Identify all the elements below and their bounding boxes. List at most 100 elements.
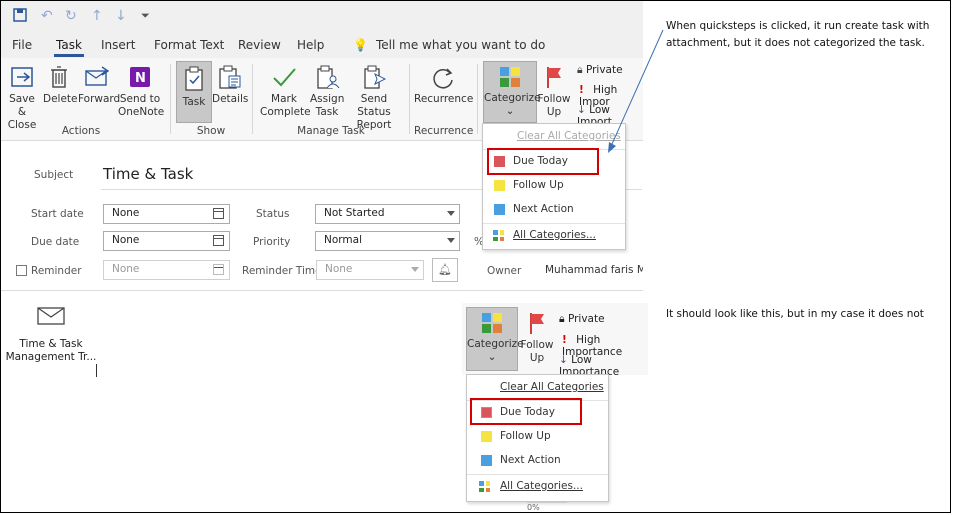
ribbon-tabs: File Task Insert Format Text Review Help… bbox=[1, 34, 643, 58]
reminder-label: Reminder bbox=[31, 265, 82, 277]
tell-me-search[interactable]: Tell me what you want to do bbox=[376, 38, 545, 52]
annotation-note-top: When quicksteps is clicked, it run creat… bbox=[666, 20, 930, 49]
save-close-button[interactable]: Save & Close bbox=[4, 64, 40, 132]
tab-help[interactable]: Help bbox=[297, 38, 324, 52]
assign-task-icon bbox=[317, 65, 340, 89]
onenote-icon: N bbox=[130, 67, 150, 87]
ribbon-separator bbox=[409, 64, 410, 134]
status-report-icon bbox=[364, 65, 387, 89]
annotation-note-bottom: It should look like this, but in my case… bbox=[666, 308, 924, 320]
reminder-time-select[interactable]: None bbox=[316, 260, 424, 280]
up-arrow-icon[interactable]: ↑ bbox=[91, 8, 103, 24]
follow-up-button[interactable]: Follow Up bbox=[537, 64, 571, 119]
start-date-field[interactable]: None bbox=[103, 204, 230, 224]
mark-complete-button[interactable]: Mark Complete bbox=[260, 64, 311, 119]
follow-up-button-expected[interactable]: Follow Up bbox=[520, 310, 554, 365]
envelope-icon bbox=[37, 307, 65, 325]
chevron-down-icon bbox=[411, 267, 419, 272]
details-icon bbox=[219, 65, 241, 89]
red-flag-icon bbox=[530, 313, 544, 334]
ribbon-separator bbox=[252, 64, 253, 134]
details-button[interactable]: Details bbox=[212, 64, 248, 106]
group-actions-label: Actions bbox=[61, 125, 101, 137]
tab-insert[interactable]: Insert bbox=[101, 38, 135, 52]
clear-all-categories-item[interactable]: Clear All Categories bbox=[467, 377, 608, 399]
attachment-name: Time & Task Management Tr... bbox=[5, 338, 97, 363]
ribbon-separator bbox=[170, 64, 171, 134]
categorize-button[interactable]: Categorize ⌄ bbox=[483, 61, 541, 123]
status-select[interactable]: Not Started bbox=[315, 204, 460, 224]
chevron-down-icon: ⌄ bbox=[487, 351, 497, 363]
due-date-label: Due date bbox=[31, 236, 80, 248]
attachment-item[interactable]: Time & Task Management Tr... bbox=[5, 306, 97, 364]
calendar-icon[interactable] bbox=[213, 235, 224, 246]
calendar-icon[interactable] bbox=[213, 264, 224, 275]
trash-icon bbox=[51, 66, 67, 88]
categories-grid-icon bbox=[479, 481, 490, 492]
forward-mail-icon bbox=[85, 66, 110, 86]
subject-input[interactable]: Time & Task bbox=[103, 165, 193, 183]
send-to-onenote-button[interactable]: N Send to OneNote bbox=[118, 64, 164, 119]
menu-divider bbox=[467, 474, 608, 475]
save-close-icon bbox=[11, 67, 33, 87]
task-clipboard-icon bbox=[185, 66, 203, 91]
reminder-sound-button[interactable]: 🔔︎ bbox=[432, 258, 458, 282]
text-cursor bbox=[96, 364, 97, 377]
tab-review[interactable]: Review bbox=[238, 38, 281, 52]
svg-text:N: N bbox=[135, 71, 146, 86]
task-view-button[interactable]: Task bbox=[176, 61, 212, 123]
percent-field-partial: 0% bbox=[527, 502, 567, 513]
assign-task-button[interactable]: Assign Task bbox=[310, 64, 344, 119]
tab-format-text[interactable]: Format Text bbox=[154, 38, 224, 52]
group-manage-task-label: Manage Task bbox=[297, 125, 365, 137]
forward-button[interactable]: Forward bbox=[78, 64, 120, 106]
red-flag-icon bbox=[547, 67, 561, 88]
save-icon[interactable] bbox=[13, 8, 27, 26]
exclamation-icon: ! bbox=[579, 84, 584, 96]
all-categories-item[interactable]: All Categories... bbox=[483, 225, 625, 247]
down-arrow-icon[interactable]: ↓ bbox=[115, 8, 127, 24]
category-follow-up[interactable]: Follow Up bbox=[483, 175, 625, 197]
categorize-icon bbox=[482, 313, 502, 333]
reminder-checkbox[interactable] bbox=[16, 265, 27, 276]
category-follow-up[interactable]: Follow Up bbox=[467, 426, 608, 448]
all-categories-item[interactable]: All Categories... bbox=[467, 476, 608, 498]
checkmark-icon bbox=[273, 68, 296, 87]
due-date-field[interactable]: None bbox=[103, 231, 230, 251]
calendar-icon[interactable] bbox=[213, 208, 224, 219]
category-next-action[interactable]: Next Action bbox=[467, 450, 608, 472]
quick-access-toolbar: ↶ ↻ ↑ ↓ ⏷ bbox=[1, 1, 643, 34]
body-divider bbox=[1, 290, 643, 291]
yellow-swatch bbox=[481, 431, 492, 442]
undo-icon[interactable]: ↶ bbox=[41, 8, 53, 24]
blue-swatch bbox=[494, 204, 505, 215]
tab-task[interactable]: Task bbox=[54, 38, 84, 57]
ribbon-separator bbox=[477, 64, 478, 134]
categorize-icon bbox=[500, 67, 520, 87]
chevron-down-icon: ⌄ bbox=[505, 105, 515, 117]
private-button-expected[interactable]: 🔒︎ Private bbox=[559, 313, 605, 326]
yellow-swatch bbox=[494, 180, 505, 191]
recurrence-button[interactable]: Recurrence bbox=[414, 64, 473, 106]
customize-qat-icon[interactable]: ⏷ bbox=[141, 9, 150, 23]
blue-swatch bbox=[481, 455, 492, 466]
categorize-dropdown-expected: Clear All Categories Due Today Follow Up… bbox=[466, 374, 609, 502]
reminder-date-field[interactable]: None bbox=[103, 260, 230, 280]
delete-button[interactable]: Delete bbox=[43, 64, 78, 106]
lock-icon: 🔒︎ bbox=[559, 313, 565, 325]
tab-file[interactable]: File bbox=[12, 38, 32, 52]
recurrence-icon bbox=[433, 68, 453, 89]
group-show-label: Show bbox=[196, 125, 226, 137]
category-next-action[interactable]: Next Action bbox=[483, 199, 625, 221]
reminder-time-label: Reminder Time bbox=[242, 265, 322, 277]
send-status-report-button[interactable]: Send Status Report bbox=[346, 64, 402, 132]
down-arrow-icon: ↓ bbox=[559, 354, 568, 366]
categorize-button-expected[interactable]: Categorize ⌄ bbox=[466, 307, 524, 371]
chevron-down-icon bbox=[447, 211, 455, 216]
red-highlight-box bbox=[487, 148, 599, 175]
menu-divider bbox=[483, 223, 625, 224]
priority-select[interactable]: Normal bbox=[315, 231, 460, 251]
owner-label: Owner bbox=[487, 265, 522, 277]
redo-icon[interactable]: ↻ bbox=[65, 8, 77, 24]
chevron-down-icon bbox=[447, 238, 455, 243]
